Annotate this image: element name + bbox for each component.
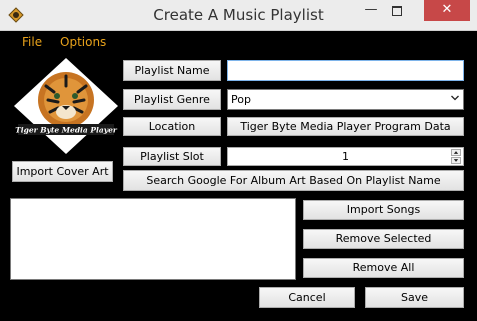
playlist-slot-stepper[interactable]: 1 bbox=[227, 147, 464, 166]
playlist-name-input[interactable] bbox=[227, 60, 464, 81]
tiger-byte-logo: Tiger Byte Media Player bbox=[14, 58, 118, 154]
maximize-button[interactable] bbox=[384, 0, 410, 21]
menu-bar: File Options bbox=[0, 33, 477, 53]
location-button[interactable]: Location bbox=[123, 117, 221, 136]
playlist-slot-value: 1 bbox=[342, 150, 349, 163]
menu-options[interactable]: Options bbox=[60, 35, 106, 49]
spin-down-icon[interactable] bbox=[451, 157, 461, 164]
remove-selected-button[interactable]: Remove Selected bbox=[303, 229, 464, 249]
playlist-name-button[interactable]: Playlist Name bbox=[123, 60, 221, 81]
app-logo-icon[interactable] bbox=[8, 7, 24, 23]
remove-all-button[interactable]: Remove All bbox=[303, 258, 464, 278]
playlist-slot-button[interactable]: Playlist Slot bbox=[123, 147, 221, 166]
cancel-button[interactable]: Cancel bbox=[259, 287, 355, 308]
spin-up-icon[interactable] bbox=[451, 149, 461, 156]
import-cover-art-button[interactable]: Import Cover Art bbox=[12, 161, 113, 182]
logo-caption: Tiger Byte Media Player bbox=[15, 126, 118, 135]
import-songs-button[interactable]: Import Songs bbox=[303, 200, 464, 220]
save-button[interactable]: Save bbox=[365, 287, 464, 308]
minimize-button[interactable]: — bbox=[358, 0, 384, 21]
playlist-genre-button[interactable]: Playlist Genre bbox=[123, 89, 221, 110]
title-bar: Create A Music Playlist — ✕ bbox=[0, 0, 477, 31]
maximize-icon bbox=[392, 6, 402, 16]
location-value-button[interactable]: Tiger Byte Media Player Program Data bbox=[227, 117, 464, 136]
songs-listbox[interactable] bbox=[10, 198, 296, 280]
close-button[interactable]: ✕ bbox=[424, 0, 470, 21]
chevron-down-icon bbox=[451, 95, 459, 101]
playlist-genre-select[interactable]: Pop bbox=[227, 89, 464, 110]
search-google-album-art-button[interactable]: Search Google For Album Art Based On Pla… bbox=[123, 170, 464, 191]
playlist-genre-value: Pop bbox=[231, 93, 251, 106]
menu-file[interactable]: File bbox=[22, 35, 42, 49]
